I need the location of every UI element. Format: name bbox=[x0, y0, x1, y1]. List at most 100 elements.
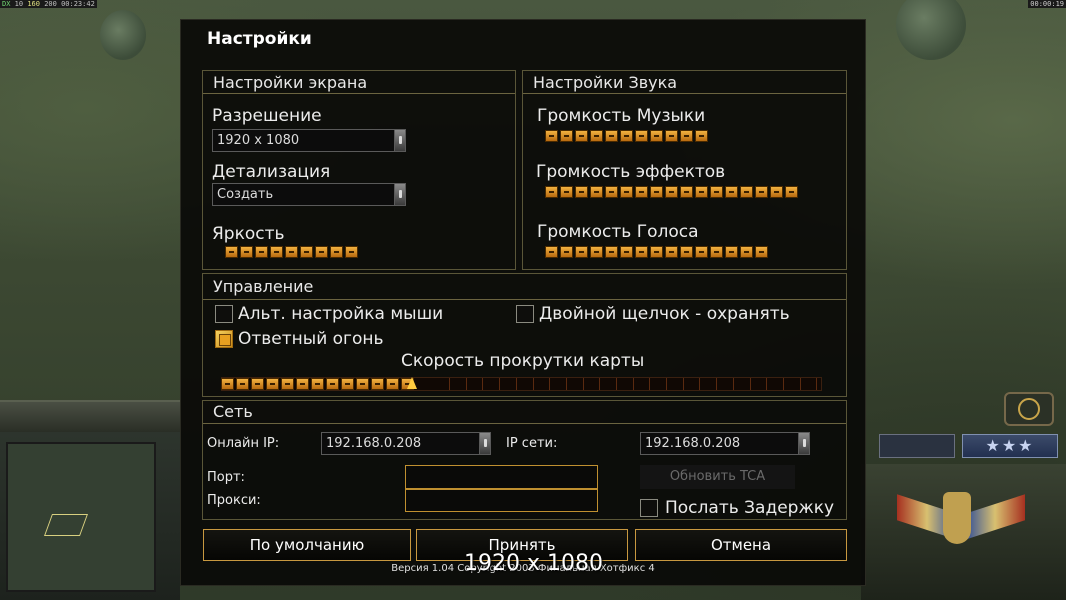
network-ip-value: 192.168.0.208 bbox=[645, 436, 741, 451]
slider-segment-empty bbox=[805, 378, 818, 390]
slider-segment-filled bbox=[710, 186, 723, 198]
default-button[interactable]: По умолчанию bbox=[203, 529, 411, 561]
proxy-input[interactable] bbox=[405, 489, 598, 512]
dialog-title: Настройки bbox=[207, 29, 312, 49]
double-click-guard-checkbox[interactable] bbox=[516, 305, 534, 323]
slider-segment-filled bbox=[590, 130, 603, 142]
slider-segment-filled bbox=[680, 186, 693, 198]
music-volume-slider[interactable] bbox=[545, 129, 708, 143]
radar-icon[interactable] bbox=[1004, 392, 1054, 426]
slider-segment-empty bbox=[705, 378, 718, 390]
brightness-slider[interactable] bbox=[225, 245, 365, 259]
rank-stars-icon: ★★★ bbox=[962, 434, 1058, 458]
slider-segment-filled bbox=[326, 378, 339, 390]
slider-segment-filled bbox=[575, 246, 588, 258]
port-input[interactable] bbox=[405, 465, 598, 489]
slider-segment-filled bbox=[650, 130, 663, 142]
dropdown-arrow-icon[interactable] bbox=[394, 184, 405, 205]
slider-segment-filled bbox=[251, 378, 264, 390]
update-tca-button[interactable]: Обновить TCA bbox=[640, 465, 795, 489]
slider-segment-empty bbox=[455, 378, 467, 390]
group-header: Управление bbox=[203, 274, 846, 300]
group-header: Сеть bbox=[203, 401, 846, 424]
slider-segment-filled bbox=[560, 186, 573, 198]
slider-segment-filled bbox=[770, 186, 783, 198]
slider-segment-filled bbox=[330, 246, 343, 258]
minimap[interactable] bbox=[6, 442, 156, 592]
hud-left-panel bbox=[0, 400, 180, 600]
scroll-speed-slider[interactable] bbox=[221, 377, 822, 391]
return-fire-label: Ответный огонь bbox=[238, 329, 384, 349]
slider-segment-filled bbox=[285, 246, 298, 258]
slider-segment-filled bbox=[270, 246, 283, 258]
slider-segment-empty bbox=[572, 378, 584, 390]
group-header: Настройки Звука bbox=[523, 71, 846, 94]
slider-segment-filled bbox=[225, 246, 238, 258]
dropdown-arrow-icon[interactable] bbox=[479, 433, 490, 454]
slider-segment-empty bbox=[772, 378, 784, 390]
screen-settings-heading: Настройки экрана bbox=[213, 73, 368, 92]
resolution-overlay-text: 1920 x 1080 bbox=[464, 551, 603, 576]
resolution-select[interactable]: 1920 x 1080 bbox=[212, 129, 406, 152]
port-label: Порт: bbox=[207, 470, 245, 485]
effects-volume-label: Громкость эффектов bbox=[536, 162, 726, 182]
slider-segment-filled bbox=[560, 130, 573, 142]
voice-volume-label: Громкость Голоса bbox=[537, 222, 699, 242]
slider-segment-filled bbox=[341, 378, 354, 390]
slider-segment-filled bbox=[266, 378, 279, 390]
radar-ring-icon bbox=[1018, 398, 1040, 420]
slider-segment-filled bbox=[315, 246, 328, 258]
alt-mouse-checkbox[interactable] bbox=[215, 305, 233, 323]
faction-emblem-panel bbox=[861, 464, 1066, 600]
brightness-label: Яркость bbox=[212, 224, 285, 244]
slider-segment-empty bbox=[688, 378, 701, 390]
slider-segment-filled bbox=[695, 186, 708, 198]
send-delay-checkbox[interactable] bbox=[640, 499, 658, 517]
network-ip-select[interactable]: 192.168.0.208 bbox=[640, 432, 810, 455]
slider-segment-filled bbox=[620, 246, 633, 258]
slider-segment-filled bbox=[725, 186, 738, 198]
proxy-label: Прокси: bbox=[207, 493, 261, 508]
stats-bar-left: DX 10 160 200 00:23:42 bbox=[0, 0, 97, 8]
slider-segment-filled bbox=[680, 130, 693, 142]
slider-segment-filled bbox=[386, 378, 399, 390]
slider-segment-empty bbox=[722, 378, 734, 390]
slider-segment-filled bbox=[665, 186, 678, 198]
voice-volume-slider[interactable] bbox=[545, 245, 768, 259]
return-fire-checkbox[interactable] bbox=[215, 330, 233, 348]
dropdown-arrow-icon[interactable] bbox=[798, 433, 809, 454]
effects-volume-slider[interactable] bbox=[545, 185, 798, 199]
slider-segment-filled bbox=[545, 186, 558, 198]
slider-segment-filled bbox=[590, 246, 603, 258]
online-ip-select[interactable]: 192.168.0.208 bbox=[321, 432, 491, 455]
slider-segment-empty bbox=[505, 378, 517, 390]
slider-segment-filled bbox=[710, 246, 723, 258]
cancel-button[interactable]: Отмена bbox=[635, 529, 847, 561]
slider-thumb-icon[interactable] bbox=[407, 377, 417, 389]
stats-bar-right: 00:00:19 bbox=[1028, 0, 1066, 8]
slider-segment-filled bbox=[281, 378, 294, 390]
scroll-speed-label: Скорость прокрутки карты bbox=[401, 351, 645, 371]
alt-mouse-label: Альт. настройка мыши bbox=[238, 304, 444, 324]
slider-segment-filled bbox=[635, 130, 648, 142]
slider-segment-empty bbox=[755, 378, 768, 390]
slider-segment-empty bbox=[672, 378, 684, 390]
hud-slot bbox=[879, 434, 955, 458]
detail-select[interactable]: Создать bbox=[212, 183, 406, 206]
send-delay-label: Послать Задержку bbox=[665, 498, 835, 518]
slider-segment-filled bbox=[605, 130, 618, 142]
double-click-guard-label: Двойной щелчок - охранять bbox=[539, 304, 790, 324]
minimap-viewport-marker bbox=[43, 514, 89, 536]
slider-segment-empty bbox=[588, 378, 601, 390]
slider-segment-filled bbox=[620, 130, 633, 142]
slider-segment-filled bbox=[356, 378, 369, 390]
dropdown-arrow-icon[interactable] bbox=[394, 130, 405, 151]
slider-segment-filled bbox=[665, 130, 678, 142]
slider-segment-filled bbox=[605, 246, 618, 258]
controls-heading: Управление bbox=[213, 277, 314, 296]
slider-segment-filled bbox=[740, 246, 753, 258]
slider-segment-filled bbox=[755, 246, 768, 258]
slider-segment-filled bbox=[221, 378, 234, 390]
slider-segment-filled bbox=[255, 246, 268, 258]
slider-segment-empty bbox=[739, 378, 751, 390]
